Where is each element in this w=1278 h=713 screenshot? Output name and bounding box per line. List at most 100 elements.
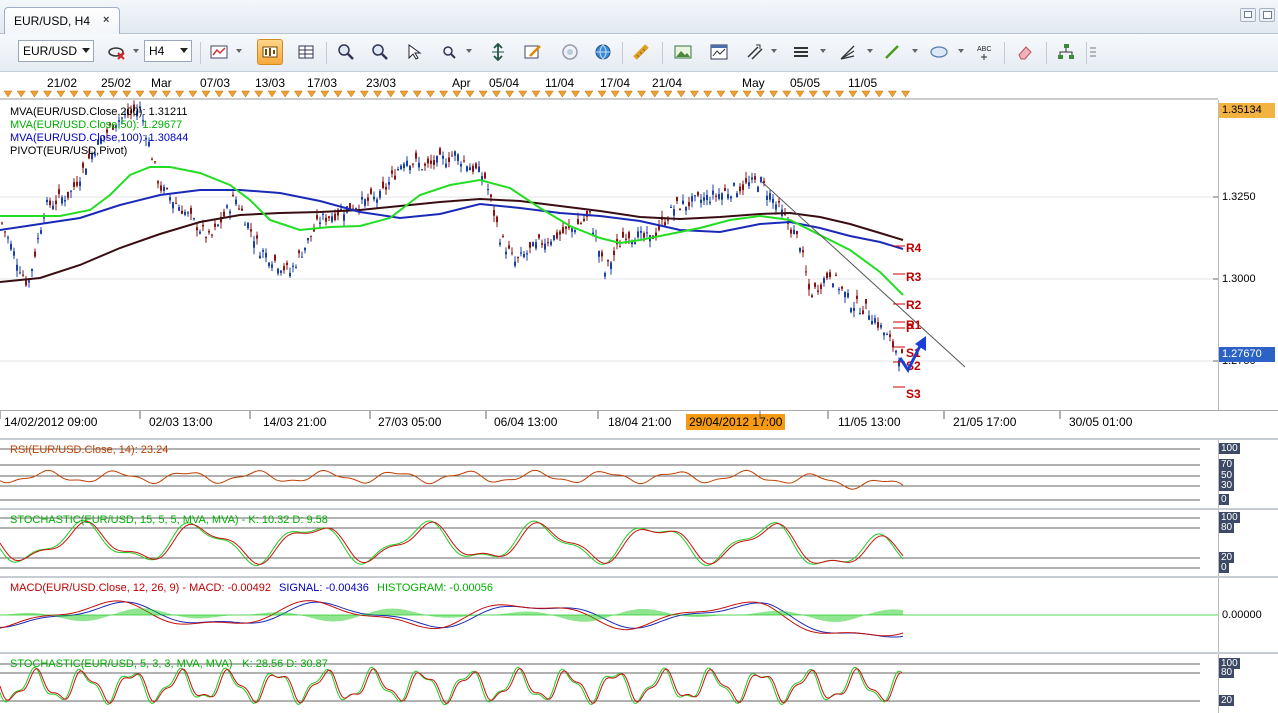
trend-line-icon: [885, 45, 899, 59]
candle-body: [286, 262, 288, 266]
chevron-down-icon[interactable]: [771, 49, 777, 53]
zoom-in-icon: [338, 44, 354, 60]
candle-body: [574, 230, 576, 233]
last-price-box: 1.27670: [1219, 347, 1275, 362]
chevron-down-icon[interactable]: [133, 49, 139, 53]
tab-eurusd-h4[interactable]: EUR/USD, H4 ×: [4, 7, 120, 34]
bar-marker: [755, 90, 765, 98]
text-tool-button[interactable]: ABC: [972, 39, 998, 65]
candle-body: [865, 299, 867, 304]
candle-body: [322, 213, 324, 215]
candles-view-button[interactable]: [257, 39, 283, 65]
candle-body: [559, 231, 561, 235]
candle-body: [202, 224, 204, 227]
signal-button[interactable]: [557, 39, 583, 65]
candle-body: [778, 200, 780, 203]
candle-body: [67, 191, 69, 198]
zoom-area-button[interactable]: [437, 39, 463, 65]
timeframe-value: H4: [149, 44, 165, 58]
candle-body: [883, 332, 885, 336]
candle-body: [280, 270, 282, 273]
template-button[interactable]: [706, 39, 732, 65]
ellipse-icon: [930, 46, 948, 58]
chevron-down-icon[interactable]: [958, 49, 964, 53]
symbol-select[interactable]: EUR/USD: [18, 40, 94, 62]
timeframe-select[interactable]: H4: [144, 40, 192, 62]
bar-marker: [623, 90, 633, 98]
level-label: 80: [1219, 667, 1235, 678]
candle-body: [841, 286, 843, 289]
bar-marker: [452, 90, 462, 98]
bar-marker: [439, 90, 449, 98]
autoscroll-button[interactable]: [485, 39, 511, 65]
main-price-chart[interactable]: R4 R3 R2 R1 P S1 S2 S3 MVA(EUR/USD.Close,200): 1…: [0, 100, 1278, 410]
fan-tool-button[interactable]: [834, 39, 860, 65]
candle-body: [688, 202, 690, 207]
objects-tree-button[interactable]: [1053, 39, 1079, 65]
candle-body: [445, 163, 447, 168]
instrument-settings-button[interactable]: [104, 39, 130, 65]
candle-body: [553, 235, 555, 240]
cross-eye-icon: [108, 47, 125, 60]
candle-body: [163, 186, 165, 191]
edit-chart-button[interactable]: [520, 39, 546, 65]
toolbar-options-button[interactable]: [1086, 39, 1100, 65]
candle-body: [268, 262, 270, 267]
pan-button[interactable]: [401, 39, 427, 65]
candle-body: [262, 250, 264, 252]
separator: [326, 42, 327, 64]
chevron-down-icon[interactable]: [820, 49, 826, 53]
rsi-panel[interactable]: 100 70 50 30 0 RSI(EUR/USD.Close, 14): 23.24: [0, 438, 1278, 508]
chevron-down-icon[interactable]: [466, 49, 472, 53]
trend-line-button[interactable]: [879, 39, 905, 65]
candle-body: [676, 197, 678, 201]
candle-body: [367, 197, 369, 201]
pivot-label-r2: R2: [906, 298, 922, 312]
stochastic-15-panel[interactable]: 100 80 20 0 STOCHASTIC(EUR/USD, 15, 5, 5, MV…: [0, 508, 1278, 576]
eraser-button[interactable]: [1012, 39, 1038, 65]
candle-body: [769, 193, 771, 200]
candle-body: [802, 250, 804, 253]
stochastic-5-panel[interactable]: 100 80 20 STOCHASTIC(EUR/USD, 5, 3, 3, MVA,…: [0, 652, 1278, 713]
screenshot-button[interactable]: [670, 39, 696, 65]
zoom-out-button[interactable]: [367, 39, 393, 65]
candle-body: [394, 175, 396, 180]
bottom-time-scale[interactable]: 14/02/2012 09:00 02/03 13:00 14/03 21:00 27…: [0, 410, 1278, 436]
macd-panel[interactable]: MACD(EUR/USD.Close, 12, 26, 9) - MACD: -…: [0, 576, 1278, 652]
candle-body: [373, 196, 375, 200]
candle-body: [442, 155, 444, 159]
bar-marker: [663, 90, 673, 98]
ruler-button[interactable]: [628, 39, 654, 65]
top-time-scale[interactable]: 21/02 25/02 Mar 07/03 13/03 17/03 23/03 Apr 05/0…: [0, 72, 1278, 100]
bar-marker: [29, 90, 39, 98]
web-button[interactable]: [590, 39, 616, 65]
candle-body: [436, 155, 438, 163]
bar-marker: [531, 90, 541, 98]
bar-marker: [874, 90, 884, 98]
bar-marker: [861, 90, 871, 98]
candle-body: [739, 186, 741, 192]
macd-zero-label: 0.00000: [1222, 609, 1262, 621]
separator: [662, 42, 663, 64]
candle-body: [541, 243, 543, 245]
maximize-window-button[interactable]: [1259, 8, 1275, 22]
data-window-button[interactable]: [293, 39, 319, 65]
chevron-down-icon[interactable]: [867, 49, 873, 53]
chart-type-button[interactable]: [206, 39, 232, 65]
candle-body: [571, 228, 573, 232]
zoom-in-button[interactable]: [333, 39, 359, 65]
svg-text:ABC: ABC: [977, 46, 991, 53]
candle-body: [859, 313, 861, 315]
candle-body: [169, 197, 171, 201]
lines-button[interactable]: [788, 39, 814, 65]
restore-window-button[interactable]: [1240, 8, 1256, 22]
bar-marker: [491, 90, 501, 98]
chevron-down-icon[interactable]: [236, 49, 242, 53]
maximize-icon: [1263, 11, 1272, 19]
close-icon[interactable]: ×: [103, 14, 109, 26]
candle-body: [400, 165, 402, 170]
crosshair-button[interactable]: [742, 39, 768, 65]
shape-tool-button[interactable]: [926, 39, 952, 65]
chevron-down-icon[interactable]: [912, 49, 918, 53]
level-label: 70: [1219, 459, 1235, 470]
